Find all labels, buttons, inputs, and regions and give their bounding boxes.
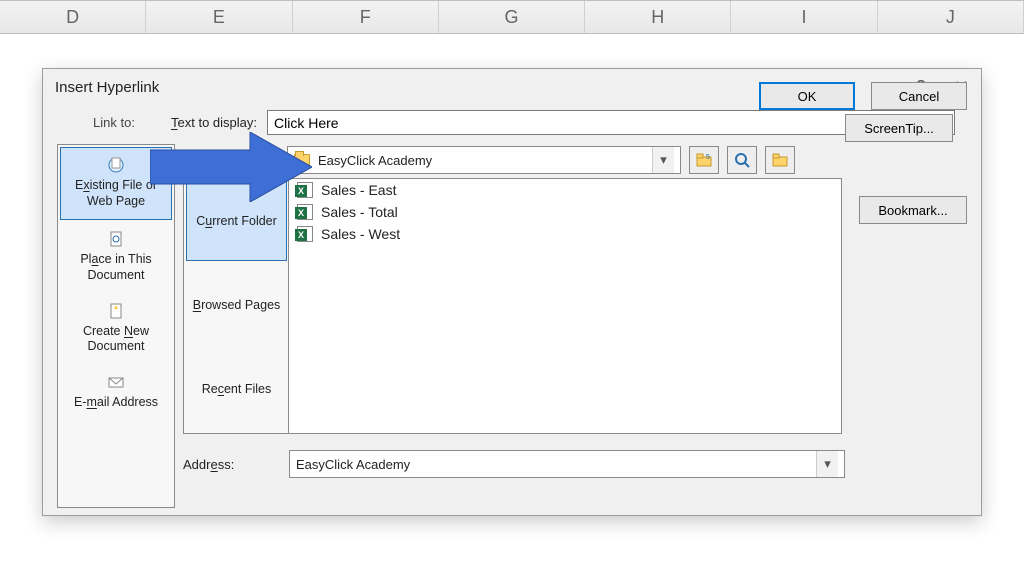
- address-combobox[interactable]: EasyClick Academy ▾: [289, 450, 845, 478]
- new-document-icon: [107, 302, 125, 320]
- linkto-create-new[interactable]: Create NewDocument: [58, 294, 174, 365]
- spreadsheet-column-headers: D E F G H I J: [0, 0, 1024, 34]
- list-item[interactable]: Sales - West: [289, 223, 841, 245]
- svg-text:5: 5: [706, 154, 710, 161]
- lookin-value: EasyClick Academy: [318, 153, 432, 168]
- dialog-title: Insert Hyperlink: [55, 79, 159, 96]
- bookmark-button[interactable]: Bookmark...: [859, 196, 967, 224]
- category-recent-files[interactable]: Recent Files: [184, 347, 289, 431]
- column-header[interactable]: H: [585, 1, 731, 33]
- insert-hyperlink-dialog: Insert Hyperlink ? ✕ Link to: Text to di…: [42, 68, 982, 516]
- column-header[interactable]: D: [0, 1, 146, 33]
- category-label: Current Folder: [196, 213, 277, 229]
- linkto-header: Link to:: [57, 115, 171, 130]
- excel-file-icon: [297, 182, 313, 198]
- column-header[interactable]: J: [878, 1, 1024, 33]
- document-target-icon: [107, 230, 125, 248]
- column-header[interactable]: G: [439, 1, 585, 33]
- list-item[interactable]: Sales - East: [289, 179, 841, 201]
- file-name: Sales - Total: [321, 204, 398, 220]
- up-one-level-button[interactable]: 5: [689, 146, 719, 174]
- lookin-label: Look in:: [183, 153, 279, 168]
- text-to-display-label: Text to display:: [171, 115, 267, 130]
- list-item[interactable]: Sales - Total: [289, 201, 841, 223]
- address-value: EasyClick Academy: [296, 457, 410, 472]
- lookin-dropdown[interactable]: EasyClick Academy ▾: [287, 146, 681, 174]
- category-panel: Current Folder Browsed Pages Recent File…: [183, 178, 289, 434]
- linkto-label: Place in ThisDocument: [80, 252, 151, 282]
- linkto-place-in-document[interactable]: Place in ThisDocument: [58, 222, 174, 293]
- cancel-button[interactable]: Cancel: [871, 82, 967, 110]
- file-list[interactable]: Sales - East Sales - Total Sales - West: [288, 178, 842, 434]
- linkto-label: E-mail Address: [74, 395, 158, 409]
- linkto-email[interactable]: E-mail Address: [58, 365, 174, 421]
- screentip-button[interactable]: ScreenTip...: [845, 114, 953, 142]
- browse-web-button[interactable]: [727, 146, 757, 174]
- excel-file-icon: [297, 226, 313, 242]
- linkto-panel: Existing File orWeb Page Place in ThisDo…: [57, 144, 175, 508]
- folder-icon: [294, 154, 310, 166]
- excel-file-icon: [297, 204, 313, 220]
- linkto-label: Existing File orWeb Page: [75, 178, 157, 208]
- file-name: Sales - East: [321, 182, 396, 198]
- linkto-label: Create NewDocument: [83, 324, 149, 354]
- chevron-down-icon: ▾: [652, 147, 674, 173]
- ok-button[interactable]: OK: [759, 82, 855, 110]
- address-label: Address:: [183, 457, 289, 472]
- category-label: Browsed Pages: [193, 297, 281, 313]
- column-header[interactable]: F: [293, 1, 439, 33]
- globe-page-icon: [107, 156, 125, 174]
- category-browsed-pages[interactable]: Browsed Pages: [184, 263, 289, 347]
- column-header[interactable]: E: [146, 1, 292, 33]
- linkto-existing-file[interactable]: Existing File orWeb Page: [60, 147, 172, 220]
- browse-file-button[interactable]: [765, 146, 795, 174]
- category-label: Recent Files: [202, 381, 271, 397]
- file-name: Sales - West: [321, 226, 400, 242]
- column-header[interactable]: I: [731, 1, 877, 33]
- chevron-down-icon: ▾: [816, 451, 838, 477]
- category-current-folder[interactable]: Current Folder: [186, 181, 287, 261]
- email-icon: [107, 373, 125, 391]
